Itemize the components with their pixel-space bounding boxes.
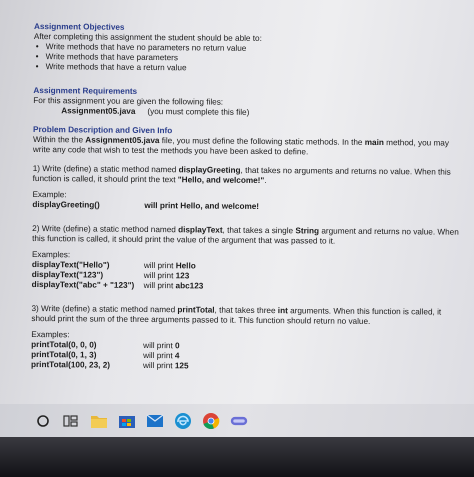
example-result: will print Hello	[144, 261, 196, 271]
text: 2) Write (define) a static method named	[32, 223, 179, 235]
text: 3) Write (define) a static method named	[31, 303, 178, 315]
app-icon[interactable]	[230, 412, 248, 430]
file-name: Assignment05.java	[85, 135, 160, 146]
task2-description: 2) Write (define) a static method named …	[32, 224, 466, 248]
text: .	[264, 176, 267, 186]
output-value: 4	[174, 351, 180, 361]
example-code: displayGreeting()	[32, 199, 100, 210]
output-text: "Hello, and welcome!"	[177, 175, 265, 186]
edge-icon[interactable]	[174, 412, 192, 430]
output-value: abc123	[175, 281, 204, 291]
example-result: will print 123	[144, 271, 190, 281]
type-name: String	[295, 226, 320, 236]
example-code: printTotal(100, 23, 2)	[30, 359, 111, 370]
example-result: will print 125	[143, 361, 189, 371]
file-explorer-icon[interactable]	[90, 412, 108, 430]
document: Assignment Objectives After completing t…	[31, 22, 468, 374]
search-icon[interactable]	[34, 412, 52, 430]
text: will print	[143, 350, 175, 361]
task-view-icon[interactable]	[62, 412, 80, 430]
taskbar	[0, 404, 474, 437]
example-code: displayText("abc" + "123")	[31, 279, 135, 290]
text: will print	[142, 360, 175, 371]
text: , that takes a single	[222, 225, 296, 236]
text: will print	[143, 280, 176, 291]
monitor-bezel	[0, 437, 474, 477]
method-name: displayGreeting	[178, 165, 241, 175]
type-name: int	[277, 306, 288, 316]
task1-description: 1) Write (define) a static method named …	[33, 164, 467, 188]
text: will print	[143, 340, 176, 351]
text: 1) Write (define) a static method named	[32, 163, 179, 175]
output-value: 125	[174, 361, 189, 371]
output-value: 123	[175, 271, 190, 281]
store-icon[interactable]	[118, 412, 136, 430]
example-result: will print abc123	[144, 281, 204, 292]
file-name: Assignment05.java	[61, 106, 136, 116]
chrome-icon[interactable]	[202, 412, 220, 430]
text: , that takes three	[214, 305, 278, 316]
objectives-list: Write methods that have no parameters no…	[34, 42, 468, 76]
screen: Assignment Objectives After completing t…	[0, 0, 474, 477]
mail-icon[interactable]	[146, 412, 164, 430]
problem-paragraph: Within the the Assignment05.java file, y…	[33, 135, 467, 159]
method-name: main	[364, 137, 384, 148]
example-result: will print 4	[143, 350, 180, 361]
file-note: (you must complete this file)	[147, 106, 250, 117]
method-name: displayText	[178, 225, 223, 235]
example-result: will print 0	[143, 340, 180, 351]
task3-description: 3) Write (define) a static method named …	[31, 304, 465, 328]
text: will print	[143, 260, 176, 271]
text: Within the the	[32, 134, 86, 145]
output-value: Hello	[175, 261, 196, 271]
output-value: 0	[175, 341, 180, 351]
text: will print	[143, 270, 176, 281]
example-result: will print Hello, and welcome!	[144, 200, 260, 211]
method-name: printTotal	[177, 305, 215, 315]
text: file, you must define the following stat…	[159, 136, 365, 147]
